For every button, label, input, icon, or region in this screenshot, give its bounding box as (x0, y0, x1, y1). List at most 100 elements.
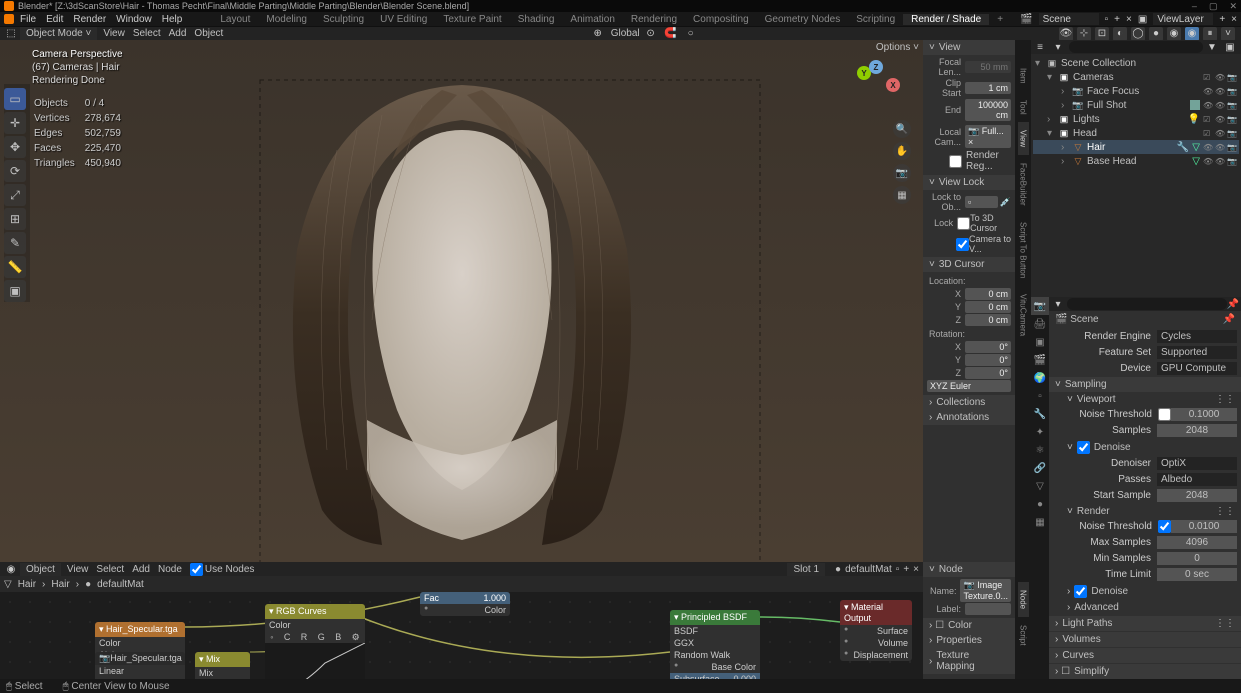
del-layer-icon[interactable]: × (1231, 14, 1237, 25)
vp-add[interactable]: Add (169, 28, 187, 39)
lockto-value[interactable]: ▫ (965, 196, 998, 208)
shading-popover-icon[interactable]: ˅ (1221, 27, 1235, 41)
advanced-section[interactable]: › Advanced (1049, 600, 1241, 615)
sel-visibility-icon[interactable]: 👁 (1059, 27, 1073, 41)
ws-comp[interactable]: Compositing (685, 14, 757, 25)
render-subsection[interactable]: ˅ Render⋮⋮ (1049, 504, 1241, 519)
view-panel-header[interactable]: ˅ View (923, 40, 1015, 55)
wireframe-icon[interactable]: ◯ (1131, 27, 1145, 41)
vp-select[interactable]: Select (133, 28, 161, 39)
tab-tool[interactable]: Tool (1018, 92, 1029, 123)
rendered-icon[interactable]: ◉ (1185, 27, 1199, 41)
node-label-value[interactable] (965, 603, 1011, 615)
snap-icon[interactable]: 🧲 (664, 27, 678, 41)
slot-dropdown[interactable]: Slot 1 (787, 563, 825, 576)
maxsamples[interactable]: 4096 (1157, 536, 1237, 549)
node-select[interactable]: Select (96, 564, 124, 575)
bc-hair2[interactable]: Hair (51, 579, 69, 590)
ptab-object[interactable]: ▫ (1031, 387, 1049, 405)
featureset[interactable]: Supported (1157, 346, 1237, 359)
vp-samples[interactable]: 2048 (1157, 424, 1237, 437)
minsamples[interactable]: 0 (1157, 552, 1237, 565)
prop-pin-icon[interactable]: 📌 (1227, 299, 1239, 310)
tool-annotate[interactable]: ✎ (4, 232, 26, 254)
volumes-section[interactable]: › Volumes (1049, 632, 1241, 647)
lock-3dcursor-check[interactable] (957, 217, 970, 230)
pivot-icon[interactable]: ⊙ (644, 27, 658, 41)
bc-mat[interactable]: defaultMat (97, 579, 144, 590)
startsample[interactable]: 2048 (1157, 489, 1237, 502)
ws-sculpting[interactable]: Sculpting (315, 14, 372, 25)
vp-view[interactable]: View (103, 28, 125, 39)
node-object-dropdown[interactable]: Object (20, 563, 61, 576)
collections-header[interactable]: › Collections (923, 395, 1015, 410)
sampling-section[interactable]: ˅ Sampling (1049, 377, 1241, 392)
simplify-section[interactable]: › ☐ Simplify (1049, 664, 1241, 679)
rot-y[interactable]: 0° (965, 354, 1011, 366)
cursor-z[interactable]: 0 cm (965, 314, 1011, 326)
tool-measure[interactable]: 📏 (4, 256, 26, 278)
menu-window[interactable]: Window (116, 14, 152, 25)
del-scene-icon[interactable]: × (1126, 14, 1132, 25)
node-add[interactable]: Add (132, 564, 150, 575)
window-maximize[interactable]: ▢ (1209, 1, 1218, 12)
render-region-check[interactable] (949, 155, 962, 168)
node-panel-header[interactable]: ˅ Node (923, 562, 1015, 577)
outliner-search[interactable] (1069, 41, 1203, 53)
options-button[interactable]: Options ˅ (876, 42, 919, 53)
proportional-icon[interactable]: ○ (684, 27, 698, 41)
vp-noise-check[interactable] (1158, 408, 1171, 421)
outliner-display-icon[interactable]: ▾ (1051, 40, 1065, 54)
ws-render[interactable]: Rendering (623, 14, 685, 25)
node-imgtex2[interactable]: 📷 Hair_Specular.tga Linear Flat Repeat V… (95, 652, 185, 679)
mat-name[interactable]: defaultMat (845, 564, 892, 575)
mat-dup-icon[interactable]: ▫ (896, 564, 900, 575)
menu-render[interactable]: Render (73, 14, 106, 25)
rn-noise-check[interactable] (1158, 520, 1171, 533)
node-principled[interactable]: ▾ Principled BSDF BSDF GGX Random Walk B… (670, 610, 760, 679)
ptab-scene[interactable]: 🎬 (1031, 351, 1049, 369)
tool-select-box[interactable]: ▭ (4, 88, 26, 110)
ws-layout[interactable]: Layout (212, 14, 258, 25)
menu-help[interactable]: Help (162, 14, 183, 25)
orient-icon[interactable]: ⊕ (591, 27, 605, 41)
nav-gizmo[interactable]: X Y Z (851, 60, 901, 110)
node-mix[interactable]: ▾ Mix Mix Clamp (195, 652, 250, 679)
lightpaths-section[interactable]: › Light Paths⋮⋮ (1049, 616, 1241, 631)
node-fac-row[interactable]: Fac1.000 Color (420, 592, 510, 616)
gizmo-toggle-icon[interactable]: ⊹ (1077, 27, 1091, 41)
denoise-rn-section[interactable]: › Denoise (1049, 583, 1241, 600)
overlay-toggle-icon[interactable]: ⊡ (1095, 27, 1109, 41)
prop-search[interactable] (1067, 298, 1227, 310)
node-view[interactable]: View (67, 564, 89, 575)
tool-move[interactable]: ✥ (4, 136, 26, 158)
viewlayer-input[interactable] (1153, 13, 1213, 25)
menu-edit[interactable]: Edit (46, 14, 63, 25)
curves-section[interactable]: › Curves (1049, 648, 1241, 663)
tab-vitucam[interactable]: VituCamera (1018, 286, 1029, 344)
tab-facebuilder[interactable]: FaceBuilder (1018, 155, 1029, 214)
viewport[interactable]: ▭ ✛ ✥ ⟳ ⤢ ⊞ ✎ 📏 ▣ Camera Perspective (67… (0, 40, 923, 562)
camera-icon[interactable]: 📷 (893, 164, 911, 182)
zoom-icon[interactable]: 🔍 (893, 120, 911, 138)
outliner-filter-icon[interactable]: ▼ (1205, 40, 1219, 54)
ol-basehead[interactable]: ›▽Base Head▽👁👁📷 (1033, 154, 1239, 168)
outliner-new-coll-icon[interactable]: ▣ (1223, 40, 1237, 54)
prop-scene-label[interactable]: Scene (1070, 314, 1098, 325)
tab-view[interactable]: View (1018, 122, 1029, 155)
annotations-header[interactable]: › Annotations (923, 410, 1015, 425)
tool-rotate[interactable]: ⟳ (4, 160, 26, 182)
ws-anim[interactable]: Animation (562, 14, 622, 25)
scene-input[interactable] (1039, 13, 1099, 25)
menu-file[interactable]: File (20, 14, 36, 25)
ptab-constraint[interactable]: 🔗 (1031, 459, 1049, 477)
rot-x[interactable]: 0° (965, 341, 1011, 353)
mat-new-icon[interactable]: + (903, 564, 909, 575)
euler-mode[interactable]: XYZ Euler (927, 380, 1011, 392)
tool-scale[interactable]: ⤢ (4, 184, 26, 206)
ol-fullshot[interactable]: ›📷Full Shot👁👁📷 (1033, 98, 1239, 112)
rot-z[interactable]: 0° (965, 367, 1011, 379)
clipstart-value[interactable]: 1 cm (965, 82, 1011, 94)
ws-shading[interactable]: Shading (510, 14, 563, 25)
matprev-icon[interactable]: ◉ (1167, 27, 1181, 41)
